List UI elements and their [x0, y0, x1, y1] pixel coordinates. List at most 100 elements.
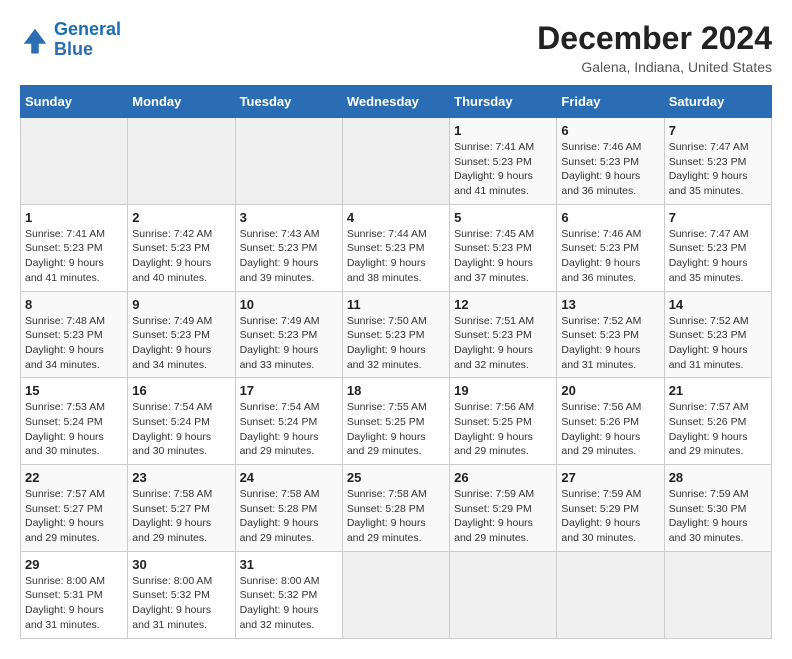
calendar-cell: 19 Sunrise: 7:56 AMSunset: 5:25 PMDayligh… [450, 378, 557, 465]
day-info: Sunrise: 7:59 AMSunset: 5:29 PMDaylight:… [454, 487, 552, 546]
calendar-cell: 24 Sunrise: 7:58 AMSunset: 5:28 PMDayligh… [235, 465, 342, 552]
logo-line1: General [54, 19, 121, 39]
day-number: 7 [669, 210, 767, 225]
calendar-cell: 14 Sunrise: 7:52 AMSunset: 5:23 PMDayligh… [664, 291, 771, 378]
day-number: 11 [347, 297, 445, 312]
day-info: Sunrise: 8:00 AMSunset: 5:32 PMDaylight:… [132, 574, 230, 633]
day-info: Sunrise: 7:54 AMSunset: 5:24 PMDaylight:… [240, 400, 338, 459]
day-info: Sunrise: 7:58 AMSunset: 5:27 PMDaylight:… [132, 487, 230, 546]
calendar-table: Sunday Monday Tuesday Wednesday Thursday… [20, 85, 772, 639]
calendar-cell: 4Sunrise: 7:44 AMSunset: 5:23 PMDaylight… [342, 204, 449, 291]
calendar-cell: 15 Sunrise: 7:53 AMSunset: 5:24 PMDayligh… [21, 378, 128, 465]
day-info: Sunrise: 7:57 AMSunset: 5:27 PMDaylight:… [25, 487, 123, 546]
day-number: 24 [240, 470, 338, 485]
header-saturday: Saturday [664, 86, 771, 118]
day-number: 15 [25, 383, 123, 398]
day-number: 27 [561, 470, 659, 485]
day-info: Sunrise: 7:43 AMSunset: 5:23 PMDaylight:… [240, 227, 338, 286]
day-number: 21 [669, 383, 767, 398]
day-number: 19 [454, 383, 552, 398]
calendar-cell [128, 118, 235, 205]
calendar-cell: 5 Sunrise: 7:45 AMSunset: 5:23 PMDaylight… [450, 204, 557, 291]
day-info: Sunrise: 7:49 AMSunset: 5:23 PMDaylight:… [132, 314, 230, 373]
calendar-cell: 7 Sunrise: 7:47 AMSunset: 5:23 PMDaylight… [664, 118, 771, 205]
header-thursday: Thursday [450, 86, 557, 118]
header-sunday: Sunday [21, 86, 128, 118]
day-info: Sunrise: 7:53 AMSunset: 5:24 PMDaylight:… [25, 400, 123, 459]
calendar-cell: 29 Sunrise: 8:00 AMSunset: 5:31 PMDayligh… [21, 551, 128, 638]
day-info: Sunrise: 8:00 AMSunset: 5:31 PMDaylight:… [25, 574, 123, 633]
calendar-cell: 31 Sunrise: 8:00 AMSunset: 5:32 PMDayligh… [235, 551, 342, 638]
calendar-week-row: 1Sunrise: 7:41 AMSunset: 5:23 PMDaylight… [21, 204, 772, 291]
calendar-cell: 11Sunrise: 7:50 AMSunset: 5:23 PMDayligh… [342, 291, 449, 378]
day-number: 17 [240, 383, 338, 398]
day-number: 29 [25, 557, 123, 572]
day-info: Sunrise: 7:56 AMSunset: 5:25 PMDaylight:… [454, 400, 552, 459]
calendar-cell: 8Sunrise: 7:48 AMSunset: 5:23 PMDaylight… [21, 291, 128, 378]
header: General Blue December 2024 Galena, India… [20, 20, 772, 75]
day-number: 13 [561, 297, 659, 312]
day-info: Sunrise: 7:55 AMSunset: 5:25 PMDaylight:… [347, 400, 445, 459]
calendar-cell: 6Sunrise: 7:46 AMSunset: 5:23 PMDaylight… [557, 118, 664, 205]
calendar-week-row: 1 Sunrise: 7:41 AMSunset: 5:23 PMDaylight… [21, 118, 772, 205]
header-wednesday: Wednesday [342, 86, 449, 118]
day-number: 9 [132, 297, 230, 312]
day-number: 20 [561, 383, 659, 398]
calendar-cell: 23 Sunrise: 7:58 AMSunset: 5:27 PMDayligh… [128, 465, 235, 552]
day-number: 28 [669, 470, 767, 485]
calendar-week-row: 15 Sunrise: 7:53 AMSunset: 5:24 PMDayligh… [21, 378, 772, 465]
day-number: 4 [347, 210, 445, 225]
logo-icon [20, 25, 50, 55]
calendar-cell: 17 Sunrise: 7:54 AMSunset: 5:24 PMDayligh… [235, 378, 342, 465]
day-info: Sunrise: 7:56 AMSunset: 5:26 PMDaylight:… [561, 400, 659, 459]
header-tuesday: Tuesday [235, 86, 342, 118]
day-number: 5 [454, 210, 552, 225]
day-number: 7 [669, 123, 767, 138]
day-info: Sunrise: 7:49 AMSunset: 5:23 PMDaylight:… [240, 314, 338, 373]
day-number: 6 [561, 123, 659, 138]
day-info: Sunrise: 7:52 AMSunset: 5:23 PMDaylight:… [561, 314, 659, 373]
calendar-cell: 30 Sunrise: 8:00 AMSunset: 5:32 PMDayligh… [128, 551, 235, 638]
day-info: Sunrise: 8:00 AMSunset: 5:32 PMDaylight:… [240, 574, 338, 633]
calendar-cell: 1Sunrise: 7:41 AMSunset: 5:23 PMDaylight… [21, 204, 128, 291]
day-number: 30 [132, 557, 230, 572]
day-number: 3 [240, 210, 338, 225]
calendar-header: Sunday Monday Tuesday Wednesday Thursday… [21, 86, 772, 118]
calendar-body: 1 Sunrise: 7:41 AMSunset: 5:23 PMDaylight… [21, 118, 772, 639]
day-number: 1 [454, 123, 552, 138]
logo-line2: Blue [54, 39, 93, 59]
calendar-cell: 22 Sunrise: 7:57 AMSunset: 5:27 PMDayligh… [21, 465, 128, 552]
day-number: 12 [454, 297, 552, 312]
header-monday: Monday [128, 86, 235, 118]
calendar-week-row: 8Sunrise: 7:48 AMSunset: 5:23 PMDaylight… [21, 291, 772, 378]
day-info: Sunrise: 7:52 AMSunset: 5:23 PMDaylight:… [669, 314, 767, 373]
title-block: December 2024 Galena, Indiana, United St… [537, 20, 772, 75]
calendar-cell: 25Sunrise: 7:58 AMSunset: 5:28 PMDayligh… [342, 465, 449, 552]
calendar-cell [235, 118, 342, 205]
day-number: 23 [132, 470, 230, 485]
calendar-cell: 2Sunrise: 7:42 AMSunset: 5:23 PMDaylight… [128, 204, 235, 291]
day-info: Sunrise: 7:46 AMSunset: 5:23 PMDaylight:… [561, 227, 659, 286]
day-number: 16 [132, 383, 230, 398]
day-number: 10 [240, 297, 338, 312]
header-friday: Friday [557, 86, 664, 118]
day-info: Sunrise: 7:41 AMSunset: 5:23 PMDaylight:… [454, 140, 552, 199]
day-info: Sunrise: 7:45 AMSunset: 5:23 PMDaylight:… [454, 227, 552, 286]
day-number: 31 [240, 557, 338, 572]
calendar-week-row: 29 Sunrise: 8:00 AMSunset: 5:31 PMDayligh… [21, 551, 772, 638]
day-number: 22 [25, 470, 123, 485]
calendar-week-row: 22 Sunrise: 7:57 AMSunset: 5:27 PMDayligh… [21, 465, 772, 552]
header-row: Sunday Monday Tuesday Wednesday Thursday… [21, 86, 772, 118]
calendar-cell: 28Sunrise: 7:59 AMSunset: 5:30 PMDayligh… [664, 465, 771, 552]
calendar-cell [21, 118, 128, 205]
day-info: Sunrise: 7:47 AMSunset: 5:23 PMDaylight:… [669, 140, 767, 199]
day-info: Sunrise: 7:58 AMSunset: 5:28 PMDaylight:… [240, 487, 338, 546]
day-number: 26 [454, 470, 552, 485]
page-title: December 2024 [537, 20, 772, 57]
calendar-cell: 3 Sunrise: 7:43 AMSunset: 5:23 PMDaylight… [235, 204, 342, 291]
calendar-cell: 27Sunrise: 7:59 AMSunset: 5:29 PMDayligh… [557, 465, 664, 552]
calendar-cell: 9 Sunrise: 7:49 AMSunset: 5:23 PMDaylight… [128, 291, 235, 378]
calendar-cell [342, 551, 449, 638]
calendar-cell: 12Sunrise: 7:51 AMSunset: 5:23 PMDayligh… [450, 291, 557, 378]
day-number: 14 [669, 297, 767, 312]
